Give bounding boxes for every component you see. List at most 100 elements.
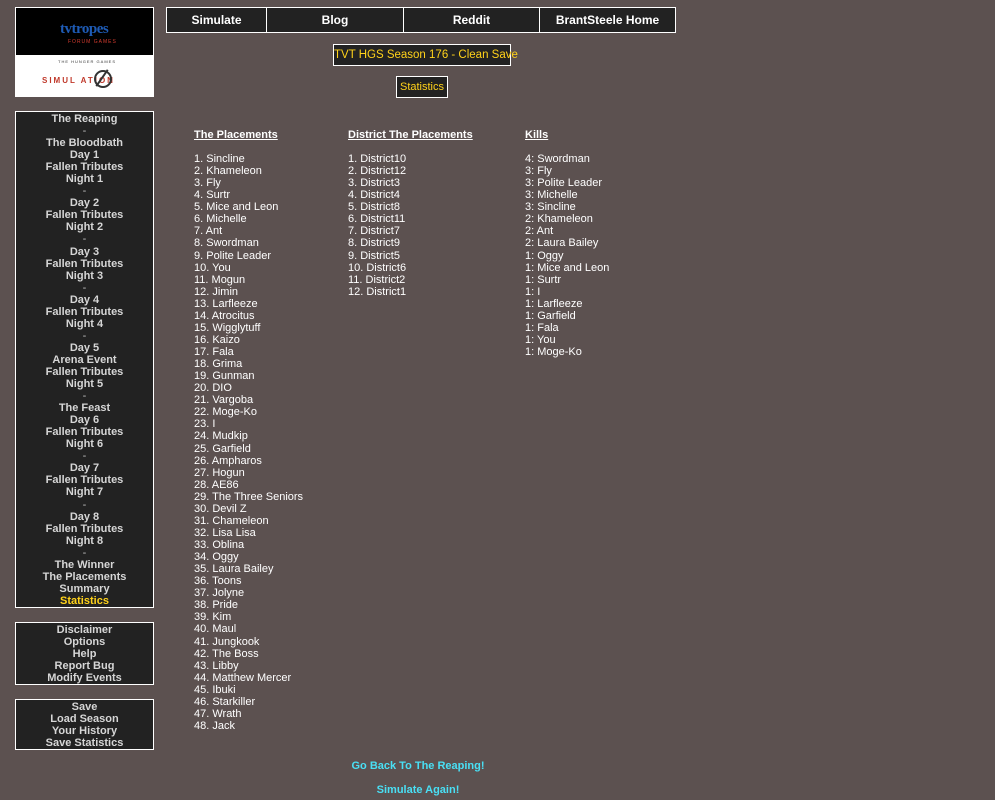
sidebar-info-menu: Disclaimer Options Help Report Bug Modify Ev… bbox=[15, 622, 154, 685]
simulate-again-link[interactable]: Simulate Again! bbox=[300, 784, 536, 796]
sidebar-separator: - bbox=[82, 546, 87, 559]
tvtropes-logo-text: tvtropes bbox=[60, 21, 109, 37]
sidebar-item-day-7[interactable]: Day 7 bbox=[16, 462, 153, 474]
sidebar-item-report-bug[interactable]: Report Bug bbox=[16, 660, 153, 672]
kills-list: 4: Swordman 3: Fly 3: Polite Leader 3: Mich… bbox=[525, 153, 609, 358]
placement-item: 33. Oblina bbox=[194, 539, 245, 551]
sidebar-item-arena-event[interactable]: Arena Event bbox=[16, 354, 153, 366]
sidebar-separator: - bbox=[82, 390, 87, 403]
nav-reddit[interactable]: Reddit bbox=[404, 8, 540, 32]
sidebar-item-day-2[interactable]: Day 2 bbox=[16, 197, 153, 209]
placement-item: 17. Fala bbox=[194, 346, 234, 358]
sidebar-item-the-feast[interactable]: The Feast bbox=[16, 402, 153, 414]
nav-brantsteele-home[interactable]: BrantSteele Home bbox=[540, 8, 675, 32]
kills-column: Kills 4: Swordman 3: Fly 3: Polite Leader 3… bbox=[525, 129, 609, 358]
sidebar-item-night-5[interactable]: Night 5 bbox=[16, 378, 153, 390]
sidebar-item-day-1[interactable]: Day 1 bbox=[16, 149, 153, 161]
placement-item: 6. Michelle bbox=[194, 213, 247, 226]
nav-simulate[interactable]: Simulate bbox=[167, 8, 267, 32]
sidebar-separator: - bbox=[82, 233, 87, 246]
placement-item: 2. Khameleon bbox=[194, 165, 262, 178]
sidebar-item-the-winner[interactable]: The Winner bbox=[16, 559, 153, 571]
sidebar-item-fallen-tributes[interactable]: Fallen Tributes bbox=[16, 426, 153, 438]
sidebar-item-day-4[interactable]: Day 4 bbox=[16, 294, 153, 306]
placement-item: 21. Vargoba bbox=[194, 394, 254, 407]
placement-item: 47. Wrath bbox=[194, 707, 242, 720]
placement-item: 18. Grima bbox=[194, 358, 243, 371]
kill-item: 1: I bbox=[525, 285, 541, 298]
top-navigation: Simulate Blog Reddit BrantSteele Home bbox=[166, 7, 676, 33]
placement-item: 43. Libby bbox=[194, 659, 239, 672]
season-title: TVT HGS Season 176 - Clean Save bbox=[333, 44, 518, 66]
sidebar-item-fallen-tributes[interactable]: Fallen Tributes bbox=[16, 523, 153, 535]
sidebar-item-statistics[interactable]: Statistics bbox=[16, 595, 153, 607]
placement-item: 7. Ant bbox=[194, 225, 223, 238]
placement-item: 48. Jack bbox=[194, 719, 235, 732]
kills-header: Kills bbox=[525, 129, 549, 141]
placement-item: 26. Ampharos bbox=[194, 454, 262, 467]
kill-item: 1: Surtr bbox=[525, 273, 562, 286]
placements-list: 1. Sincline 2. Khameleon 3. Fly 4. Surtr 5. … bbox=[194, 153, 303, 732]
district-placement-item: 5. District8 bbox=[348, 201, 400, 214]
sidebar-item-night-2[interactable]: Night 2 bbox=[16, 221, 153, 233]
sidebar-item-day-5[interactable]: Day 5 bbox=[16, 342, 153, 354]
sidebar-item-fallen-tributes[interactable]: Fallen Tributes bbox=[16, 306, 153, 318]
sidebar-item-day-3[interactable]: Day 3 bbox=[16, 246, 153, 258]
district-placement-item: 4. District4 bbox=[348, 189, 400, 202]
placement-item: 8. Swordman bbox=[194, 237, 259, 250]
placement-item: 42. The Boss bbox=[194, 647, 259, 660]
sidebar-item-night-1[interactable]: Night 1 bbox=[16, 173, 153, 185]
kill-item: 1: Mice and Leon bbox=[525, 261, 610, 274]
placement-item: 38. Pride bbox=[194, 599, 239, 612]
sidebar-item-night-4[interactable]: Night 4 bbox=[16, 318, 153, 330]
sidebar-item-the-placements[interactable]: The Placements bbox=[16, 571, 153, 583]
kill-item: 2: Laura Bailey bbox=[525, 237, 599, 250]
nav-blog[interactable]: Blog bbox=[267, 8, 404, 32]
sidebar-item-load-season[interactable]: Load Season bbox=[16, 713, 153, 725]
placement-item: 34. Oggy bbox=[194, 551, 239, 564]
placement-item: 25. Garfield bbox=[194, 442, 251, 455]
sidebar-item-modify-events[interactable]: Modify Events bbox=[16, 672, 153, 684]
placement-item: 31. Chameleon bbox=[194, 514, 269, 527]
sidebar-item-night-8[interactable]: Night 8 bbox=[16, 535, 153, 547]
sidebar-item-the-bloodbath[interactable]: The Bloodbath bbox=[16, 137, 153, 149]
go-back-link[interactable]: Go Back To The Reaping! bbox=[300, 760, 536, 772]
district-placement-item: 2. District12 bbox=[348, 165, 407, 178]
placement-item: 35. Laura Bailey bbox=[194, 563, 274, 576]
sidebar-item-fallen-tributes[interactable]: Fallen Tributes bbox=[16, 474, 153, 486]
sidebar-item-day-6[interactable]: Day 6 bbox=[16, 414, 153, 426]
placement-item: 14. Atrocitus bbox=[194, 309, 255, 322]
sidebar-item-day-8[interactable]: Day 8 bbox=[16, 511, 153, 523]
sidebar-item-night-3[interactable]: Night 3 bbox=[16, 270, 153, 282]
placement-item: 32. Lisa Lisa bbox=[194, 526, 256, 539]
placement-item: 11. Mogun bbox=[194, 273, 246, 286]
district-placement-item: 3. District3 bbox=[348, 177, 400, 190]
site-logo[interactable]: tvtropes FORUM GAMES THE HUNGER GAMES SI… bbox=[15, 7, 154, 97]
district-placement-item: 9. District5 bbox=[348, 249, 400, 262]
placements-header: The Placements bbox=[194, 129, 278, 141]
sidebar-item-fallen-tributes[interactable]: Fallen Tributes bbox=[16, 209, 153, 221]
sidebar-item-fallen-tributes[interactable]: Fallen Tributes bbox=[16, 366, 153, 378]
sidebar-item-the-reaping[interactable]: The Reaping bbox=[16, 113, 153, 125]
kill-item: 1: You bbox=[525, 333, 556, 346]
district-placement-item: 12. District1 bbox=[348, 285, 407, 298]
kill-item: 2: Khameleon bbox=[525, 213, 593, 226]
sidebar-item-help[interactable]: Help bbox=[16, 648, 153, 660]
sidebar-item-summary[interactable]: Summary bbox=[16, 583, 153, 595]
sidebar-item-night-7[interactable]: Night 7 bbox=[16, 486, 153, 498]
kill-item: 2: Ant bbox=[525, 225, 554, 238]
sidebar-item-fallen-tributes[interactable]: Fallen Tributes bbox=[16, 258, 153, 270]
kill-item: 3: Fly bbox=[525, 165, 552, 178]
sidebar-item-options[interactable]: Options bbox=[16, 636, 153, 648]
sidebar-separator: - bbox=[82, 125, 87, 138]
kill-item: 3: Polite Leader bbox=[525, 177, 603, 190]
sidebar-item-your-history[interactable]: Your History bbox=[16, 725, 153, 737]
sidebar-item-fallen-tributes[interactable]: Fallen Tributes bbox=[16, 161, 153, 173]
statistics-button[interactable]: Statistics bbox=[396, 76, 448, 98]
placement-item: 15. Wigglytuff bbox=[194, 321, 261, 334]
sidebar-item-disclaimer[interactable]: Disclaimer bbox=[16, 624, 153, 636]
sidebar-item-save[interactable]: Save bbox=[16, 701, 153, 713]
sidebar-item-save-statistics[interactable]: Save Statistics bbox=[16, 737, 153, 749]
placement-item: 28. AE86 bbox=[194, 478, 239, 491]
sidebar-item-night-6[interactable]: Night 6 bbox=[16, 438, 153, 450]
